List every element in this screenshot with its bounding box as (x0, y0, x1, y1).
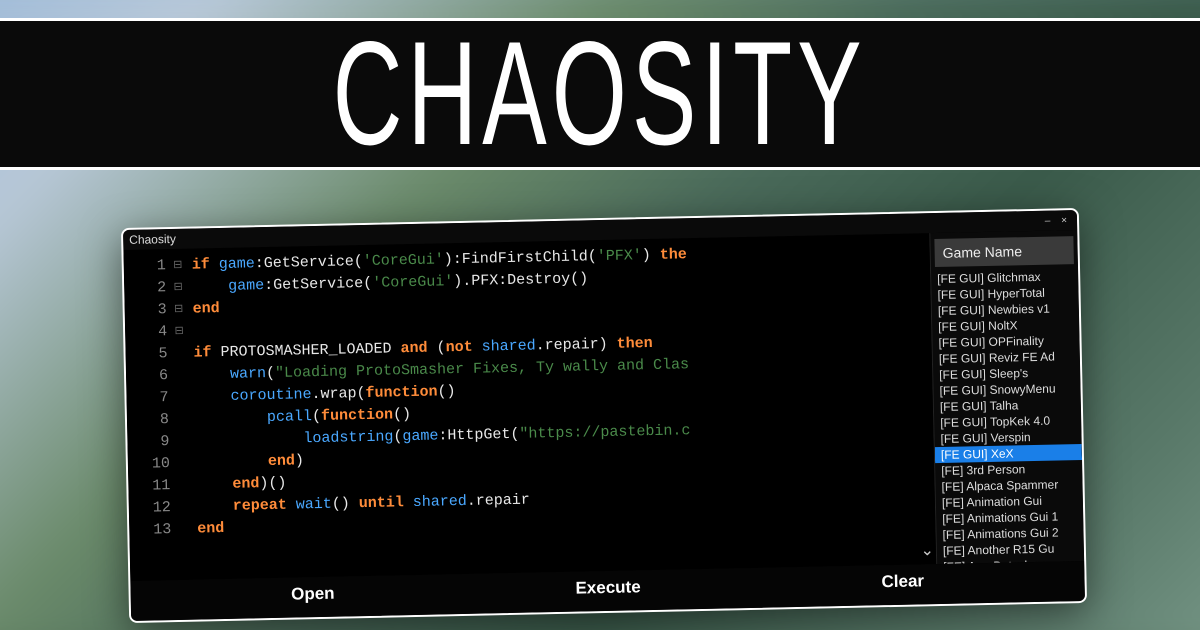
clear-button[interactable]: Clear (861, 567, 944, 597)
script-list-panel: Game Name [FE GUI] Glitchmax[FE GUI] Hyp… (929, 230, 1084, 564)
open-button[interactable]: Open (271, 579, 355, 609)
code-area[interactable]: if game:GetService('CoreGui'):FindFirstC… (185, 233, 936, 580)
script-list-header: Game Name (934, 236, 1074, 267)
app-window: Chaosity – × 1 2 3 4 5 6 7 8 9 10 11 12 … (121, 208, 1087, 623)
window-controls[interactable]: – × (1045, 215, 1071, 227)
line-number-gutter: 1 2 3 4 5 6 7 8 9 10 11 12 13 (123, 249, 176, 581)
app-body: 1 2 3 4 5 6 7 8 9 10 11 12 13 ⊟ ⊟ (123, 230, 1084, 581)
script-list[interactable]: [FE GUI] Glitchmax[FE GUI] HyperTotal[FE… (931, 268, 1084, 564)
title-banner: CHAOSITY (0, 18, 1200, 170)
code-editor[interactable]: 1 2 3 4 5 6 7 8 9 10 11 12 13 ⊟ ⊟ (123, 233, 936, 581)
app-title: CHAOSITY (333, 9, 867, 179)
window-title: Chaosity (129, 232, 176, 247)
chevron-down-icon[interactable]: ⌄ (920, 540, 934, 560)
execute-button[interactable]: Execute (555, 573, 661, 603)
